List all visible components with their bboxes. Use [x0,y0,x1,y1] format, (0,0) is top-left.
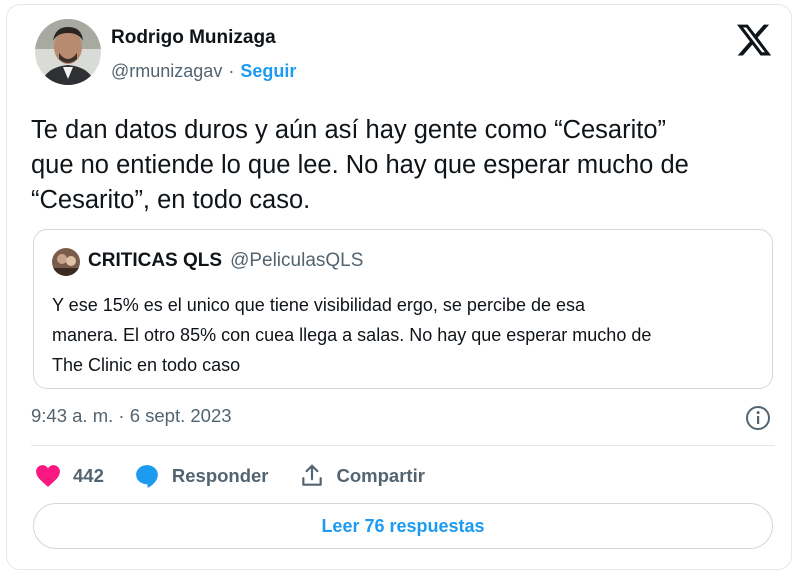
author-avatar[interactable] [35,19,101,85]
separator-dot: · [228,61,235,81]
author-name[interactable]: Rodrigo Munizaga [111,27,276,49]
share-icon [299,463,325,489]
tweet-card: Rodrigo Munizaga @rmunizagav · Seguir Te… [6,4,792,570]
quoted-name: CRITICAS QLS [88,250,223,271]
action-bar: 442 Responder Compartir [35,460,455,492]
info-icon[interactable] [745,405,771,431]
like-count: 442 [73,465,104,486]
share-label: Compartir [336,465,425,486]
reply-button[interactable]: Responder [134,463,269,489]
quoted-handle: @PeliculasQLS [230,250,364,271]
author-meta: @rmunizagav · Seguir [111,61,296,82]
like-button[interactable]: 442 [35,464,104,488]
quoted-header: CRITICAS QLS @PeliculasQLS [88,250,363,272]
heart-icon [35,464,61,488]
quoted-tweet[interactable]: CRITICAS QLS @PeliculasQLS Y ese 15% es … [33,229,773,389]
tweet-text: Te dan datos duros y aún así hay gente c… [31,116,689,214]
divider [31,445,775,446]
share-button[interactable]: Compartir [299,463,425,489]
x-logo-icon[interactable] [735,21,773,59]
quoted-avatar [52,248,80,276]
read-replies-button[interactable]: Leer 76 respuestas [33,503,773,549]
reply-bubble-icon [134,463,160,489]
tweet-timestamp[interactable]: 9:43 a. m. · 6 sept. 2023 [31,405,232,427]
reply-label: Responder [171,465,269,486]
quoted-text: Y ese 15% es el unico que tiene visibili… [52,295,652,375]
follow-link[interactable]: Seguir [240,61,296,82]
author-handle[interactable]: @rmunizagav [111,61,222,82]
